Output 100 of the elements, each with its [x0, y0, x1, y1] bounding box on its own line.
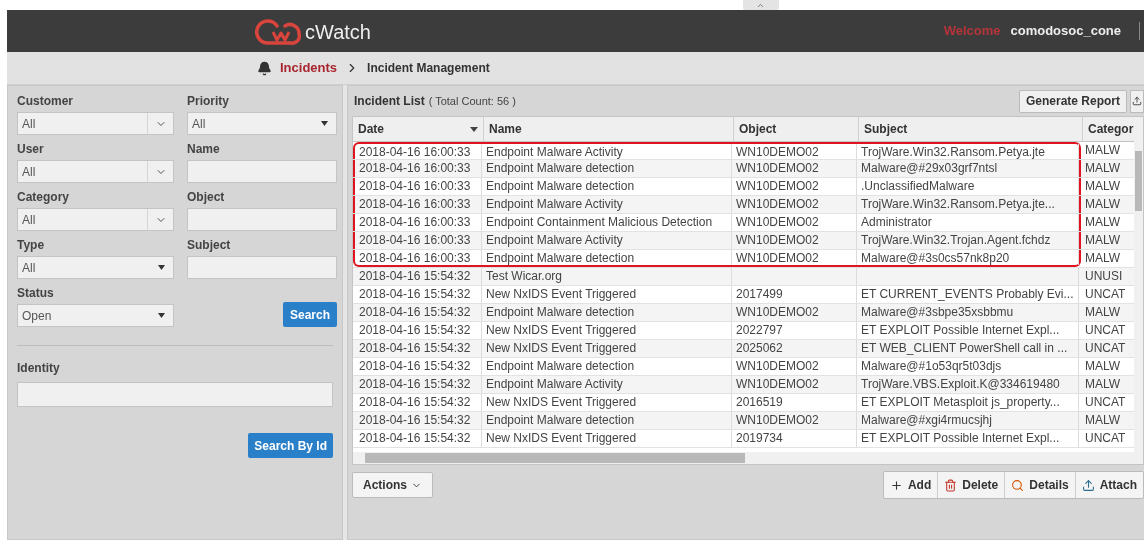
cloud-logo-icon [255, 18, 301, 46]
details-button[interactable]: Details [1005, 472, 1076, 498]
table-cell: TrojWare.Win32.Ransom.Petya.jte... [857, 196, 1079, 213]
table-cell: Endpoint Malware Activity [482, 144, 732, 159]
table-cell-text: MALW [1084, 250, 1122, 267]
table-row[interactable]: 2018-04-16 15:54:32 Endpoint Malware detection WN10DEMO02 Malware@#3sbpe35xsbbmu [353, 304, 1081, 321]
table-row[interactable]: 2018-04-16 15:54:32 New NxIDS Event Triggered 2016519 ET EXPLOIT Metasploit js_property... [353, 394, 1081, 411]
dropdown-field[interactable]: All [17, 208, 174, 231]
table-cell: ET EXPLOIT Possible Internet Expl... [857, 322, 1079, 339]
table-row[interactable]: 2018-04-16 15:54:32 New NxIDS Event Triggered 2019734 ET EXPLOIT Possible Internet Expl... [353, 430, 1081, 447]
text-field[interactable] [187, 208, 337, 231]
table-cell: 2018-04-16 16:00:33 [355, 160, 482, 177]
column-header[interactable]: Object [734, 117, 859, 141]
dropdown-field[interactable]: All [17, 112, 174, 135]
table-cell: 2018-04-16 16:00:33 [355, 250, 482, 265]
table-cell: 2018-04-16 15:54:32 [355, 304, 482, 321]
actions-button[interactable]: Actions [352, 472, 433, 498]
select-field[interactable]: Open [17, 304, 174, 327]
table-cell: WN10DEMO02 [732, 304, 857, 321]
table-cell-text: MALW [1084, 160, 1122, 177]
add-button[interactable]: Add [883, 472, 939, 498]
table-cell: Endpoint Malware detection [482, 412, 732, 429]
collapse-tab[interactable] [742, 0, 779, 10]
table-cell: 2018-04-16 15:54:32 [355, 286, 482, 303]
search-by-id-button[interactable]: Search By Id [248, 433, 333, 458]
table-cell: 2018-04-16 15:54:32 [355, 376, 482, 393]
field-label: Status [17, 285, 55, 302]
select-field[interactable]: All [187, 112, 337, 135]
table-row[interactable]: 2018-04-16 15:54:32 Endpoint Malware detection WN10DEMO02 Malware@#1o53qr5t03djs [353, 358, 1081, 375]
generate-report-button[interactable]: Generate Report [1018, 89, 1127, 113]
caret-down-icon [158, 265, 165, 270]
table-row[interactable]: 2018-04-16 15:54:32 Test Wicar.org [353, 268, 1081, 285]
table-cell: 2018-04-16 16:00:33 [355, 178, 482, 195]
table-cell-text: MALW [1084, 214, 1122, 231]
table-cell: WN10DEMO02 [732, 232, 857, 249]
breadcrumb-item[interactable]: Incidents [280, 58, 338, 78]
table-cell-text: UNCAT [1084, 286, 1127, 303]
table-cell: WN10DEMO02 [732, 178, 857, 195]
table-row[interactable]: 2018-04-16 15:54:32 New NxIDS Event Triggered 2017499 ET CURRENT_EVENTS Probably Evi... [353, 286, 1081, 303]
field-label: Subject [187, 237, 232, 254]
table-cell-text: UNCAT [1084, 322, 1127, 339]
table-cell: 2018-04-16 16:00:33 [355, 214, 482, 231]
list-title: Incident List [354, 93, 425, 110]
table-cell-text: UNCAT [1084, 394, 1127, 411]
table-cell-text: MALW [1084, 196, 1122, 213]
export-button[interactable] [1130, 89, 1144, 113]
table-cell: Endpoint Malware detection [482, 304, 732, 321]
upload-icon [1081, 478, 1095, 492]
table-cell: WN10DEMO02 [732, 214, 857, 231]
table-cell: 2018-04-16 16:00:33 [355, 232, 482, 249]
table-row[interactable]: 2018-04-16 15:54:32 Endpoint Malware detection WN10DEMO02 Malware@#xgi4rmucsjhj [353, 412, 1081, 429]
table-cell: Endpoint Malware detection [482, 250, 732, 265]
table-cell: Endpoint Malware Activity [482, 376, 732, 393]
field-label: Category [17, 189, 70, 206]
table-row[interactable]: 2018-04-16 15:54:32 New NxIDS Event Triggered 2022797 ET EXPLOIT Possible Internet Expl... [353, 322, 1081, 339]
column-header[interactable]: Name [484, 117, 734, 141]
horizontal-scrollbar[interactable] [353, 452, 1143, 464]
vertical-scrollbar[interactable] [1134, 117, 1143, 452]
table-cell-text: UNUSI [1084, 268, 1124, 285]
table-cell: ET CURRENT_EVENTS Probably Evi... [857, 286, 1079, 303]
table-cell: Test Wicar.org [482, 268, 732, 285]
table-cell: TrojWare.Win32.Trojan.Agent.fchdz [857, 232, 1079, 249]
text-field[interactable] [187, 160, 337, 183]
table-cell: 2018-04-16 15:54:32 [355, 412, 482, 429]
table-cell: TrojWare.VBS.Exploit.K@334619480 [857, 376, 1079, 393]
table-cell: 2019734 [732, 430, 857, 447]
table-row[interactable]: 2018-04-16 15:54:32 New NxIDS Event Triggered 2025062 ET WEB_CLIENT PowerShell call in ... [353, 340, 1081, 357]
column-header[interactable]: Subject [859, 117, 1083, 141]
trash-icon [944, 478, 958, 492]
table-cell-text: UNCAT [1084, 430, 1127, 447]
column-header[interactable]: Date [353, 117, 484, 141]
caret-down-icon [321, 121, 328, 126]
select-field[interactable]: All [17, 256, 174, 279]
table-row[interactable]: 2018-04-16 15:54:32 Endpoint Malware Activity WN10DEMO02 TrojWare.VBS.Exploit.K@334619480 [353, 376, 1081, 393]
table-cell: 2018-04-16 15:54:32 [355, 322, 482, 339]
table-cell: Malware@#3s0cs57nk8p20 [857, 250, 1079, 265]
table-cell-text: MALW [1084, 304, 1122, 321]
identity-field[interactable] [17, 382, 333, 407]
field-label: Identity [17, 360, 61, 377]
table-cell: Endpoint Containment Malicious Detection [482, 214, 732, 231]
table-cell: 2022797 [732, 322, 857, 339]
table-cell: WN10DEMO02 [732, 376, 857, 393]
search-icon [1011, 478, 1025, 492]
delete-button[interactable]: Delete [938, 472, 1006, 498]
table-cell: 2018-04-16 15:54:32 [355, 268, 482, 285]
table-cell: WN10DEMO02 [732, 144, 857, 159]
field-label: Type [17, 237, 46, 254]
dropdown-field[interactable]: All [17, 160, 174, 183]
field-label: Priority [187, 93, 230, 110]
table-cell: 2016519 [732, 394, 857, 411]
text-field[interactable] [187, 256, 337, 279]
search-button[interactable]: Search [282, 302, 337, 327]
table-cell: Endpoint Malware Activity [482, 232, 732, 249]
caret-down-icon [158, 313, 165, 318]
table-cell-text: MALW [1084, 412, 1122, 429]
table-cell: 2018-04-16 15:54:32 [355, 358, 482, 375]
attach-button[interactable]: Attach [1075, 472, 1143, 498]
bell-icon [257, 60, 272, 76]
breadcrumb-item: Incident Management [367, 60, 490, 77]
user-name[interactable]: comodosoc_cone [1010, 21, 1121, 41]
